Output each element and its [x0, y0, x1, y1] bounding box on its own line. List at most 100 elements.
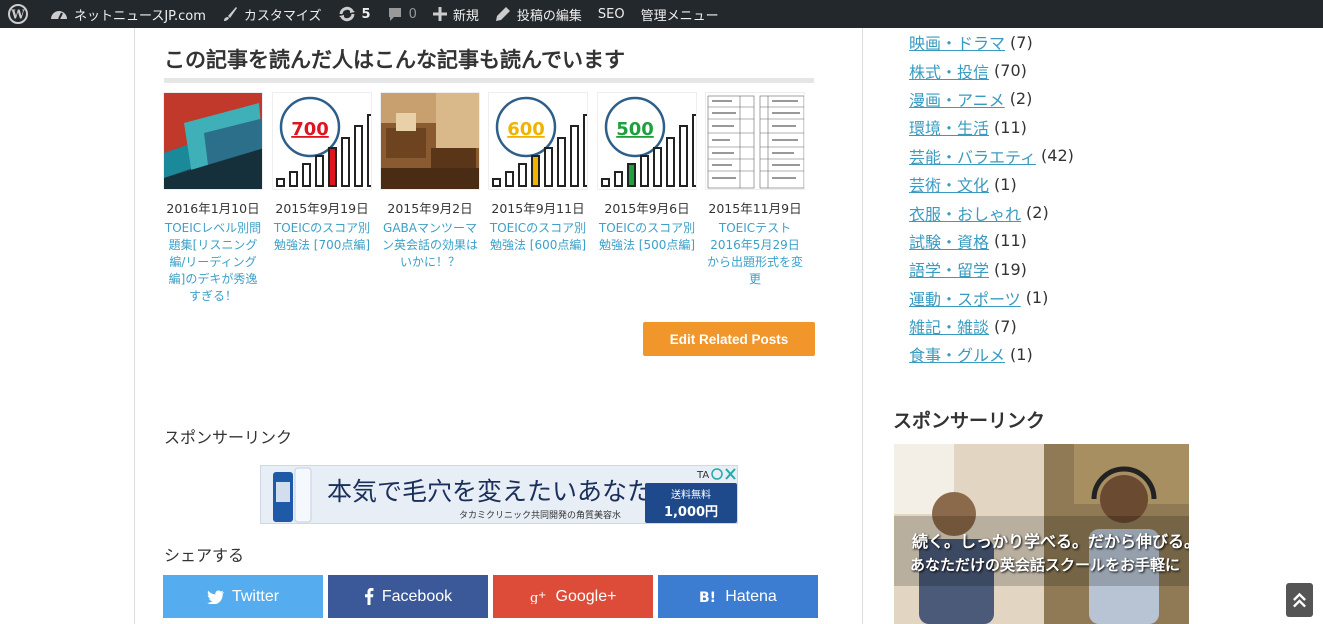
category-item: 雑記・雑談 (7) — [909, 312, 1074, 340]
score-chart-image: 700 — [276, 96, 371, 187]
related-post-title-link[interactable]: TOEICのスコア別勉強法 [700点編] — [272, 220, 372, 254]
googleplus-share-button[interactable]: g + Google+ — [493, 575, 653, 618]
wordpress-logo-button[interactable]: W — [0, 0, 42, 28]
category-count: (42) — [1041, 146, 1074, 166]
category-link[interactable]: 株式・投信 — [909, 59, 989, 83]
category-link[interactable]: 試験・資格 — [909, 229, 989, 253]
category-item: 衣服・おしゃれ (2) — [909, 198, 1074, 226]
related-post-thumbnail[interactable] — [163, 92, 263, 190]
category-link[interactable]: 雑記・雑談 — [909, 314, 989, 338]
category-item: 食事・グルメ (1) — [909, 340, 1074, 368]
svg-text:B!: B! — [699, 590, 716, 604]
related-post-item[interactable]: 2016年1月10日 TOEICレベル別問題集[リスニング編/リーディング編]の… — [163, 92, 263, 305]
related-post-item[interactable]: 500 2015年9月6日 TOEICのスコア別勉強法 [500点編] — [597, 92, 697, 254]
updates-count: 5 — [361, 6, 371, 22]
category-item: 芸術・文化 (1) — [909, 170, 1074, 198]
category-link[interactable]: 運動・スポーツ — [909, 286, 1021, 310]
seo-menu[interactable]: SEO — [590, 0, 633, 28]
brush-icon — [223, 7, 237, 21]
related-post-thumbnail[interactable] — [705, 92, 805, 190]
category-link[interactable]: 語学・留学 — [909, 257, 989, 281]
category-link[interactable]: 環境・生活 — [909, 115, 989, 139]
new-content-link[interactable]: 新規 — [425, 0, 487, 28]
comments-link[interactable]: 0 — [379, 0, 425, 28]
category-item: 株式・投信 (70) — [909, 56, 1074, 84]
category-list: 映画・ドラマ (7) 株式・投信 (70) 漫画・アニメ (2) 環境・生活 (11) … — [909, 28, 1074, 369]
related-post-date: 2015年9月6日 — [604, 201, 690, 216]
site-name: ネットニュースJP.com — [74, 8, 206, 24]
site-name-menu[interactable]: ネットニュースJP.com — [42, 0, 214, 28]
category-item: 映画・ドラマ (7) — [909, 28, 1074, 56]
twitter-share-button[interactable]: Twitter — [163, 575, 323, 618]
related-post-item[interactable]: 2015年11月9日 TOEICテスト2016年5月29日から出題形式を変更 — [705, 92, 805, 288]
related-post-title-link[interactable]: GABAマンツーマン英会話の効果はいかに！？ — [380, 220, 480, 271]
category-item: 漫画・アニメ (2) — [909, 85, 1074, 113]
related-post-thumbnail[interactable]: 700 — [272, 92, 372, 190]
related-post-title-link[interactable]: TOEICのスコア別勉強法 [600点編] — [488, 220, 588, 254]
related-post-item[interactable]: 700 2015年9月19日 TOEICのスコア別勉強法 [700点編] — [272, 92, 372, 254]
score-value: 700 — [291, 119, 329, 140]
sidebar-ad-line2: あなただけの英会話スクールをお手軽に — [910, 556, 1181, 574]
plus-icon — [432, 7, 447, 21]
admin-menu-label: 管理メニュー — [640, 8, 719, 24]
category-item: 試験・資格 (11) — [909, 227, 1074, 255]
ad-subtext: タカミクリニック共同開発の角質美容水 — [459, 511, 622, 521]
googleplus-label: Google+ — [555, 587, 617, 605]
category-count: (2) — [1009, 89, 1033, 109]
related-post-thumbnail[interactable]: 600 — [488, 92, 588, 190]
category-count: (7) — [1010, 32, 1033, 52]
svg-text:W: W — [10, 8, 25, 22]
related-post-thumbnail[interactable]: 500 — [597, 92, 697, 190]
sidebar-ad-banner[interactable]: 続く。しっかり学べる。だから伸びる。 あなただけの英会話スクールをお手軽に — [894, 444, 1189, 624]
new-label: 新規 — [452, 8, 479, 24]
category-item: 環境・生活 (11) — [909, 113, 1074, 141]
svg-text:TA: TA — [696, 470, 709, 481]
related-post-thumbnail[interactable] — [380, 92, 480, 190]
customize-link[interactable]: カスタマイズ — [214, 0, 330, 28]
customize-label: カスタマイズ — [243, 8, 322, 24]
related-post-date: 2015年9月19日 — [275, 201, 369, 216]
hatena-label: Hatena — [725, 587, 777, 605]
related-post-title-link[interactable]: TOEICレベル別問題集[リスニング編/リーディング編]のデキが秀逸すぎる！ — [163, 220, 263, 305]
sidebar-sponsor-link-label: スポンサーリンク — [893, 410, 1046, 432]
category-count: (1) — [1025, 288, 1049, 308]
related-post-date: 2015年9月2日 — [387, 201, 473, 216]
edit-post-link[interactable]: 投稿の編集 — [487, 0, 590, 28]
category-count: (2) — [1026, 203, 1049, 223]
admin-bar: W ネットニュースJP.com カスタマイズ 5 0 新規 投稿の編集 SEO … — [0, 0, 1323, 28]
related-post-title-link[interactable]: TOEICテスト2016年5月29日から出題形式を変更 — [705, 220, 805, 288]
edit-related-posts-button[interactable]: Edit Related Posts — [643, 322, 815, 356]
googleplus-icon: g + — [530, 590, 546, 604]
category-link[interactable]: 映画・ドラマ — [909, 30, 1005, 54]
sponsor-link-label: スポンサーリンク — [164, 428, 293, 447]
ad-price-badge: 送料無料 1,000円 — [645, 483, 737, 523]
category-link[interactable]: 食事・グルメ — [909, 342, 1005, 366]
related-post-item[interactable]: 2015年9月2日 GABAマンツーマン英会話の効果はいかに！？ — [380, 92, 480, 271]
category-count: (11) — [994, 117, 1027, 137]
updates-link[interactable]: 5 — [330, 0, 379, 28]
updates-icon — [338, 6, 355, 22]
facebook-share-button[interactable]: Facebook — [328, 575, 488, 618]
category-link[interactable]: 衣服・おしゃれ — [909, 201, 1021, 225]
hatena-bookmark-icon: B! — [699, 590, 716, 604]
category-item: 運動・スポーツ (1) — [909, 284, 1074, 312]
category-link[interactable]: 芸術・文化 — [909, 172, 989, 196]
seo-label: SEO — [597, 6, 625, 22]
category-link[interactable]: 漫画・アニメ — [909, 87, 1005, 111]
related-post-date: 2015年11月9日 — [708, 201, 802, 216]
facebook-icon — [364, 588, 374, 605]
related-post-item[interactable]: 600 2015年9月11日 TOEICのスコア別勉強法 [600点編] — [488, 92, 588, 254]
ad-banner[interactable]: 本気で毛穴を変えたいあなたへ タカミクリニック共同開発の角質美容水 送料無料 1… — [260, 465, 738, 524]
category-count: (1) — [994, 174, 1017, 194]
ad-badge-price: 1,000円 — [663, 505, 719, 520]
category-link[interactable]: 芸能・バラエティ — [909, 144, 1036, 168]
dashboard-icon — [51, 11, 67, 20]
admin-menu-link[interactable]: 管理メニュー — [633, 0, 727, 28]
lesson-room-photo-image — [381, 93, 479, 189]
related-post-title-link[interactable]: TOEICのスコア別勉強法 [500点編] — [597, 220, 697, 254]
adchoices-icon[interactable]: TA — [695, 467, 738, 481]
scroll-to-top-button[interactable] — [1286, 583, 1313, 617]
hatena-share-button[interactable]: B! Hatena — [658, 575, 818, 618]
score-chart-image: 600 — [492, 96, 587, 187]
score-chart-image: 500 — [601, 96, 696, 187]
